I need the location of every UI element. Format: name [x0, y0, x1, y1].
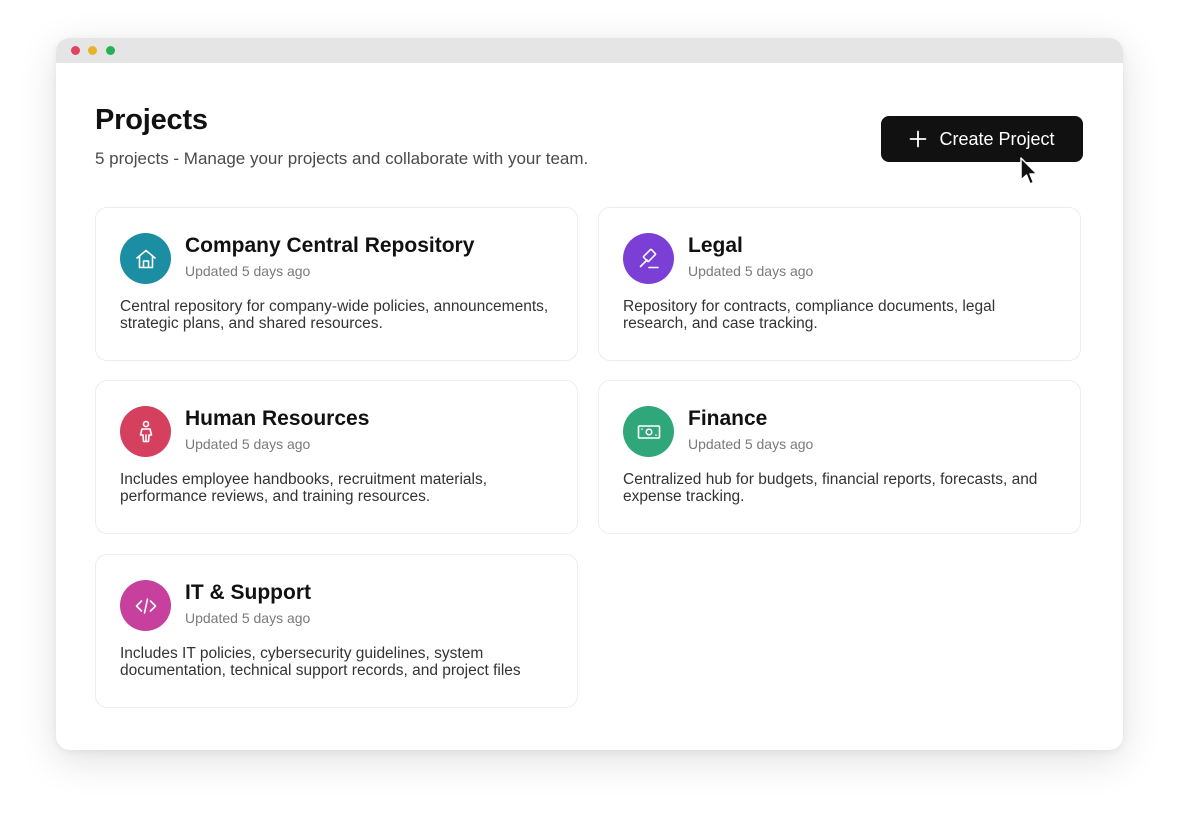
project-description: Includes employee handbooks, recruitment… — [120, 471, 488, 505]
project-title: Company Central Repository — [185, 234, 475, 257]
project-card[interactable]: Finance Updated 5 days ago Centralized h… — [598, 380, 1081, 534]
project-title: Human Resources — [185, 407, 370, 430]
home-icon — [135, 249, 156, 268]
app-window: Projects 5 projects - Manage your projec… — [56, 38, 1123, 750]
project-icon-badge — [623, 233, 674, 284]
project-description: Repository for contracts, compliance doc… — [623, 298, 996, 332]
project-updated: Updated 5 days ago — [185, 610, 311, 626]
project-card[interactable]: Human Resources Updated 5 days ago Inclu… — [95, 380, 578, 534]
window-titlebar — [56, 38, 1123, 63]
project-card[interactable]: IT & Support Updated 5 days ago Includes… — [95, 554, 578, 708]
project-updated: Updated 5 days ago — [688, 263, 814, 279]
minimize-window-dot[interactable] — [88, 46, 97, 55]
project-description: Includes IT policies, cybersecurity guid… — [120, 645, 521, 679]
plus-icon — [910, 130, 927, 148]
project-title: Finance — [688, 407, 768, 430]
project-description: Central repository for company-wide poli… — [120, 298, 549, 332]
project-card[interactable]: Company Central Repository Updated 5 day… — [95, 207, 578, 361]
person-icon — [139, 420, 152, 442]
project-updated: Updated 5 days ago — [185, 436, 311, 452]
create-project-button[interactable]: Create Project — [881, 116, 1083, 162]
gavel-icon — [639, 248, 659, 268]
project-icon-badge — [120, 233, 171, 284]
project-updated: Updated 5 days ago — [185, 263, 311, 279]
project-title: Legal — [688, 234, 743, 257]
page-title: Projects — [95, 104, 208, 136]
project-updated: Updated 5 days ago — [688, 436, 814, 452]
banknote-icon — [637, 424, 660, 439]
project-card[interactable]: Legal Updated 5 days ago Repository for … — [598, 207, 1081, 361]
project-title: IT & Support — [185, 581, 311, 604]
mouse-pointer-icon — [1020, 157, 1038, 185]
maximize-window-dot[interactable] — [106, 46, 115, 55]
project-icon-badge — [120, 406, 171, 457]
project-icon-badge — [120, 580, 171, 631]
create-project-label: Create Project — [939, 128, 1055, 149]
project-description: Centralized hub for budgets, financial r… — [623, 471, 1038, 505]
page-subtitle: 5 projects - Manage your projects and co… — [95, 149, 589, 168]
close-window-dot[interactable] — [71, 46, 80, 55]
project-icon-badge — [623, 406, 674, 457]
code-icon — [135, 597, 156, 614]
